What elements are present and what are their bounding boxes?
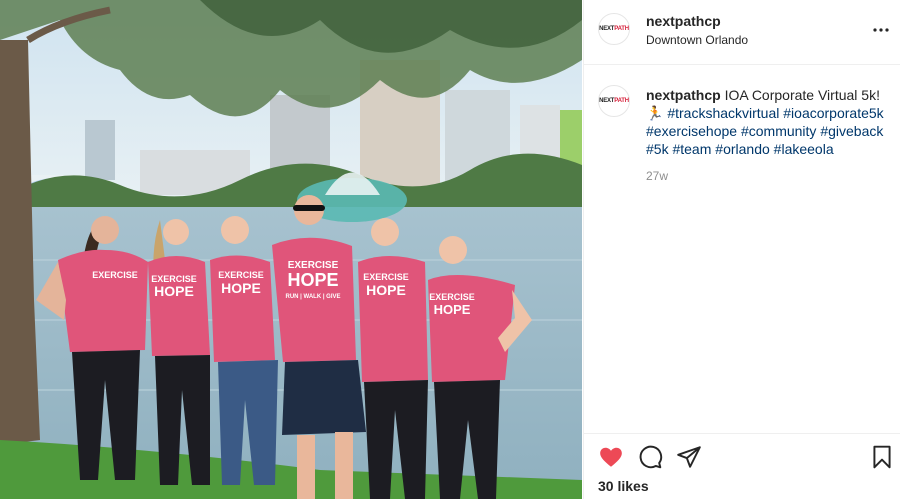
share-icon[interactable] bbox=[676, 444, 702, 470]
username-link[interactable]: nextpathcp bbox=[646, 13, 721, 29]
post-photo[interactable]: EXERCISE EXERCISE HOPE EXERCISE HOPE EXE… bbox=[0, 0, 582, 499]
shirt-text-3: HOPE bbox=[154, 283, 194, 299]
heart-icon[interactable] bbox=[598, 444, 624, 470]
comment-icon[interactable] bbox=[637, 444, 663, 470]
hashtag[interactable]: #exercisehope bbox=[646, 123, 737, 139]
hashtag[interactable]: #ioacorporate5k bbox=[783, 105, 883, 121]
post-timestamp[interactable]: 27w bbox=[646, 169, 668, 183]
shirt-text-10: HOPE bbox=[366, 282, 406, 298]
hashtag[interactable]: #trackshackvirtual bbox=[667, 105, 779, 121]
more-options-icon[interactable] bbox=[871, 20, 891, 40]
hashtag[interactable]: #community bbox=[741, 123, 816, 139]
post-sidebar: NEXT PATH nextpathcp Downtown Orlando NEX… bbox=[583, 0, 900, 499]
hashtag[interactable]: #giveback bbox=[820, 123, 883, 139]
shirt-text-9: EXERCISE bbox=[363, 272, 409, 282]
action-bar: 30 likes bbox=[584, 433, 900, 499]
shirt-text-12: HOPE bbox=[434, 302, 471, 317]
shirt-text-8: RUN | WALK | GIVE bbox=[285, 294, 340, 300]
bookmark-icon[interactable] bbox=[869, 444, 895, 470]
runner-emoji: 🏃 bbox=[646, 105, 664, 121]
location-link[interactable]: Downtown Orlando bbox=[646, 33, 748, 47]
like-count[interactable]: 30 likes bbox=[598, 478, 649, 494]
shirt-text-5: HOPE bbox=[221, 280, 261, 296]
caption-text: IOA Corporate Virtual 5k! bbox=[724, 87, 880, 103]
avatar[interactable]: NEXT PATH bbox=[598, 13, 630, 45]
hashtag[interactable]: #orlando bbox=[715, 141, 770, 157]
post-header: NEXT PATH nextpathcp Downtown Orlando bbox=[584, 0, 900, 65]
shirt-text-7: HOPE bbox=[287, 270, 338, 290]
shirt-text-11: EXERCISE bbox=[429, 292, 475, 302]
shirt-text-4: EXERCISE bbox=[218, 270, 264, 280]
shirt-text-1: EXERCISE bbox=[92, 270, 138, 280]
hashtag[interactable]: #team bbox=[672, 141, 711, 157]
hashtag[interactable]: #5k bbox=[646, 141, 669, 157]
hashtag[interactable]: #lakeeola bbox=[774, 141, 834, 157]
caption-avatar[interactable]: NEXT PATH bbox=[598, 85, 630, 117]
caption: nextpathcp IOA Corporate Virtual 5k! 🏃 #… bbox=[646, 86, 891, 158]
caption-username[interactable]: nextpathcp bbox=[646, 87, 721, 103]
